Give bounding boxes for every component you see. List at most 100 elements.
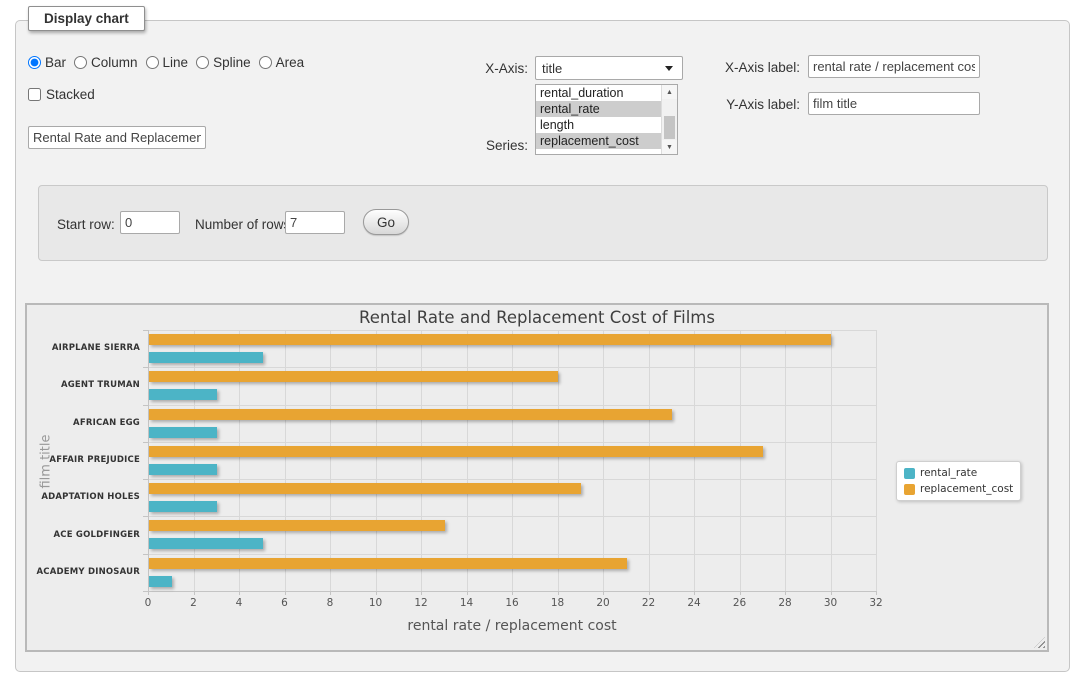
- x-tick-mark: [876, 591, 877, 595]
- grid-line-vertical: [649, 330, 650, 591]
- radio-column[interactable]: Column: [74, 55, 138, 70]
- scroll-thumb[interactable]: [664, 116, 675, 139]
- grid-line-vertical: [239, 330, 240, 591]
- category-label: ACE GOLDFINGER: [28, 530, 140, 540]
- x-tick-label: 20: [596, 597, 609, 609]
- start-row-label: Start row:: [57, 217, 115, 232]
- grid-line-vertical: [421, 330, 422, 591]
- series-option-rental_duration[interactable]: rental_duration: [536, 85, 661, 101]
- x-axis-select[interactable]: title: [535, 56, 683, 80]
- series-option-rental_rate[interactable]: rental_rate: [536, 101, 661, 117]
- x-tick-label: 10: [369, 597, 382, 609]
- grid-line-horizontal: [148, 554, 876, 555]
- x-axis-line: [148, 591, 876, 592]
- radio-spline[interactable]: Spline: [196, 55, 251, 70]
- bar-rental_rate: [149, 389, 217, 400]
- chart-title: Rental Rate and Replacement Cost of Film…: [27, 308, 1047, 327]
- legend-swatch-icon: [904, 484, 915, 495]
- radio-label: Area: [276, 55, 305, 70]
- legend-label: rental_rate: [920, 467, 977, 479]
- x-tick-label: 28: [778, 597, 791, 609]
- start-row-input[interactable]: [120, 211, 180, 234]
- x-tick-label: 22: [642, 597, 655, 609]
- stacked-checkbox-row[interactable]: Stacked: [28, 87, 95, 102]
- y-axis-line: [148, 330, 149, 591]
- x-tick-label: 18: [551, 597, 564, 609]
- legend-label: replacement_cost: [920, 483, 1013, 495]
- grid-line-vertical: [512, 330, 513, 591]
- category-label: ACADEMY DINOSAUR: [28, 567, 140, 577]
- series-list-scrollbar[interactable]: ▲ ▼: [661, 85, 677, 154]
- bar-rental_rate: [149, 576, 172, 587]
- number-of-rows-input[interactable]: [285, 211, 345, 234]
- grid-line-vertical: [603, 330, 604, 591]
- category-label: AIRPLANE SIERRA: [28, 343, 140, 353]
- y-axis-title: film title: [39, 411, 54, 511]
- x-tick-label: 4: [236, 597, 243, 609]
- radio-spline-input[interactable]: [196, 56, 209, 69]
- series-multiselect[interactable]: rental_durationrental_ratelengthreplacem…: [535, 84, 678, 155]
- x-tick-label: 12: [414, 597, 427, 609]
- radio-line-input[interactable]: [146, 56, 159, 69]
- chart-type-radio-group: Bar Column Line Spline Area: [28, 55, 312, 70]
- bar-replacement_cost: [149, 483, 581, 494]
- radio-bar[interactable]: Bar: [28, 55, 66, 70]
- x-tick-label: 8: [327, 597, 334, 609]
- bar-rental_rate: [149, 352, 263, 363]
- grid-line-vertical: [831, 330, 832, 591]
- grid-line-horizontal: [148, 516, 876, 517]
- series-option-replacement_cost[interactable]: replacement_cost: [536, 133, 661, 149]
- x-tick-label: 6: [281, 597, 288, 609]
- radio-area[interactable]: Area: [259, 55, 305, 70]
- x-tick-label: 16: [505, 597, 518, 609]
- series-list-label: Series:: [455, 138, 528, 153]
- y-axis-label-input[interactable]: [808, 92, 980, 115]
- radio-line[interactable]: Line: [146, 55, 189, 70]
- bar-replacement_cost: [149, 334, 831, 345]
- grid-line-horizontal: [148, 405, 876, 406]
- go-button[interactable]: Go: [363, 209, 409, 235]
- chart-area: Rental Rate and Replacement Cost of Film…: [27, 305, 1047, 650]
- legend-item-replacement_cost[interactable]: replacement_cost: [904, 483, 1013, 495]
- chevron-down-icon: [665, 66, 673, 71]
- radio-column-input[interactable]: [74, 56, 87, 69]
- radio-area-input[interactable]: [259, 56, 272, 69]
- grid-line-horizontal: [148, 367, 876, 368]
- grid-line-vertical: [694, 330, 695, 591]
- bar-replacement_cost: [149, 520, 445, 531]
- fieldset-legend: Display chart: [28, 6, 145, 31]
- radio-label: Bar: [45, 55, 66, 70]
- grid-line-vertical: [785, 330, 786, 591]
- row-range-panel: [38, 185, 1048, 261]
- x-tick-label: 32: [869, 597, 882, 609]
- legend-swatch-icon: [904, 468, 915, 479]
- scroll-up-icon[interactable]: ▲: [662, 85, 677, 99]
- grid-line-horizontal: [148, 442, 876, 443]
- radio-label: Column: [91, 55, 138, 70]
- chart-legend: rental_rate replacement_cost: [896, 461, 1021, 501]
- category-label: AGENT TRUMAN: [28, 380, 140, 390]
- radio-bar-input[interactable]: [28, 56, 41, 69]
- grid-line-vertical: [467, 330, 468, 591]
- x-axis-title: rental rate / replacement cost: [407, 618, 616, 634]
- page: Display chart Bar Column Line Spline Area St…: [0, 0, 1081, 681]
- x-axis-label-input[interactable]: [808, 55, 980, 78]
- legend-item-rental_rate[interactable]: rental_rate: [904, 467, 1013, 479]
- number-of-rows-label: Number of rows:: [195, 217, 294, 232]
- grid-line-vertical: [558, 330, 559, 591]
- grid-line-vertical: [376, 330, 377, 591]
- bar-rental_rate: [149, 538, 263, 549]
- bar-rental_rate: [149, 427, 217, 438]
- bar-rental_rate: [149, 501, 217, 512]
- bar-replacement_cost: [149, 409, 672, 420]
- x-axis-label-label: X-Axis label:: [710, 60, 800, 75]
- grid-line-vertical: [194, 330, 195, 591]
- bar-replacement_cost: [149, 446, 763, 457]
- stacked-label: Stacked: [46, 87, 95, 102]
- scroll-down-icon[interactable]: ▼: [662, 140, 677, 154]
- chart-title-input[interactable]: [28, 126, 206, 149]
- x-tick-label: 30: [824, 597, 837, 609]
- stacked-checkbox[interactable]: [28, 88, 41, 101]
- series-option-length[interactable]: length: [536, 117, 661, 133]
- bar-replacement_cost: [149, 371, 558, 382]
